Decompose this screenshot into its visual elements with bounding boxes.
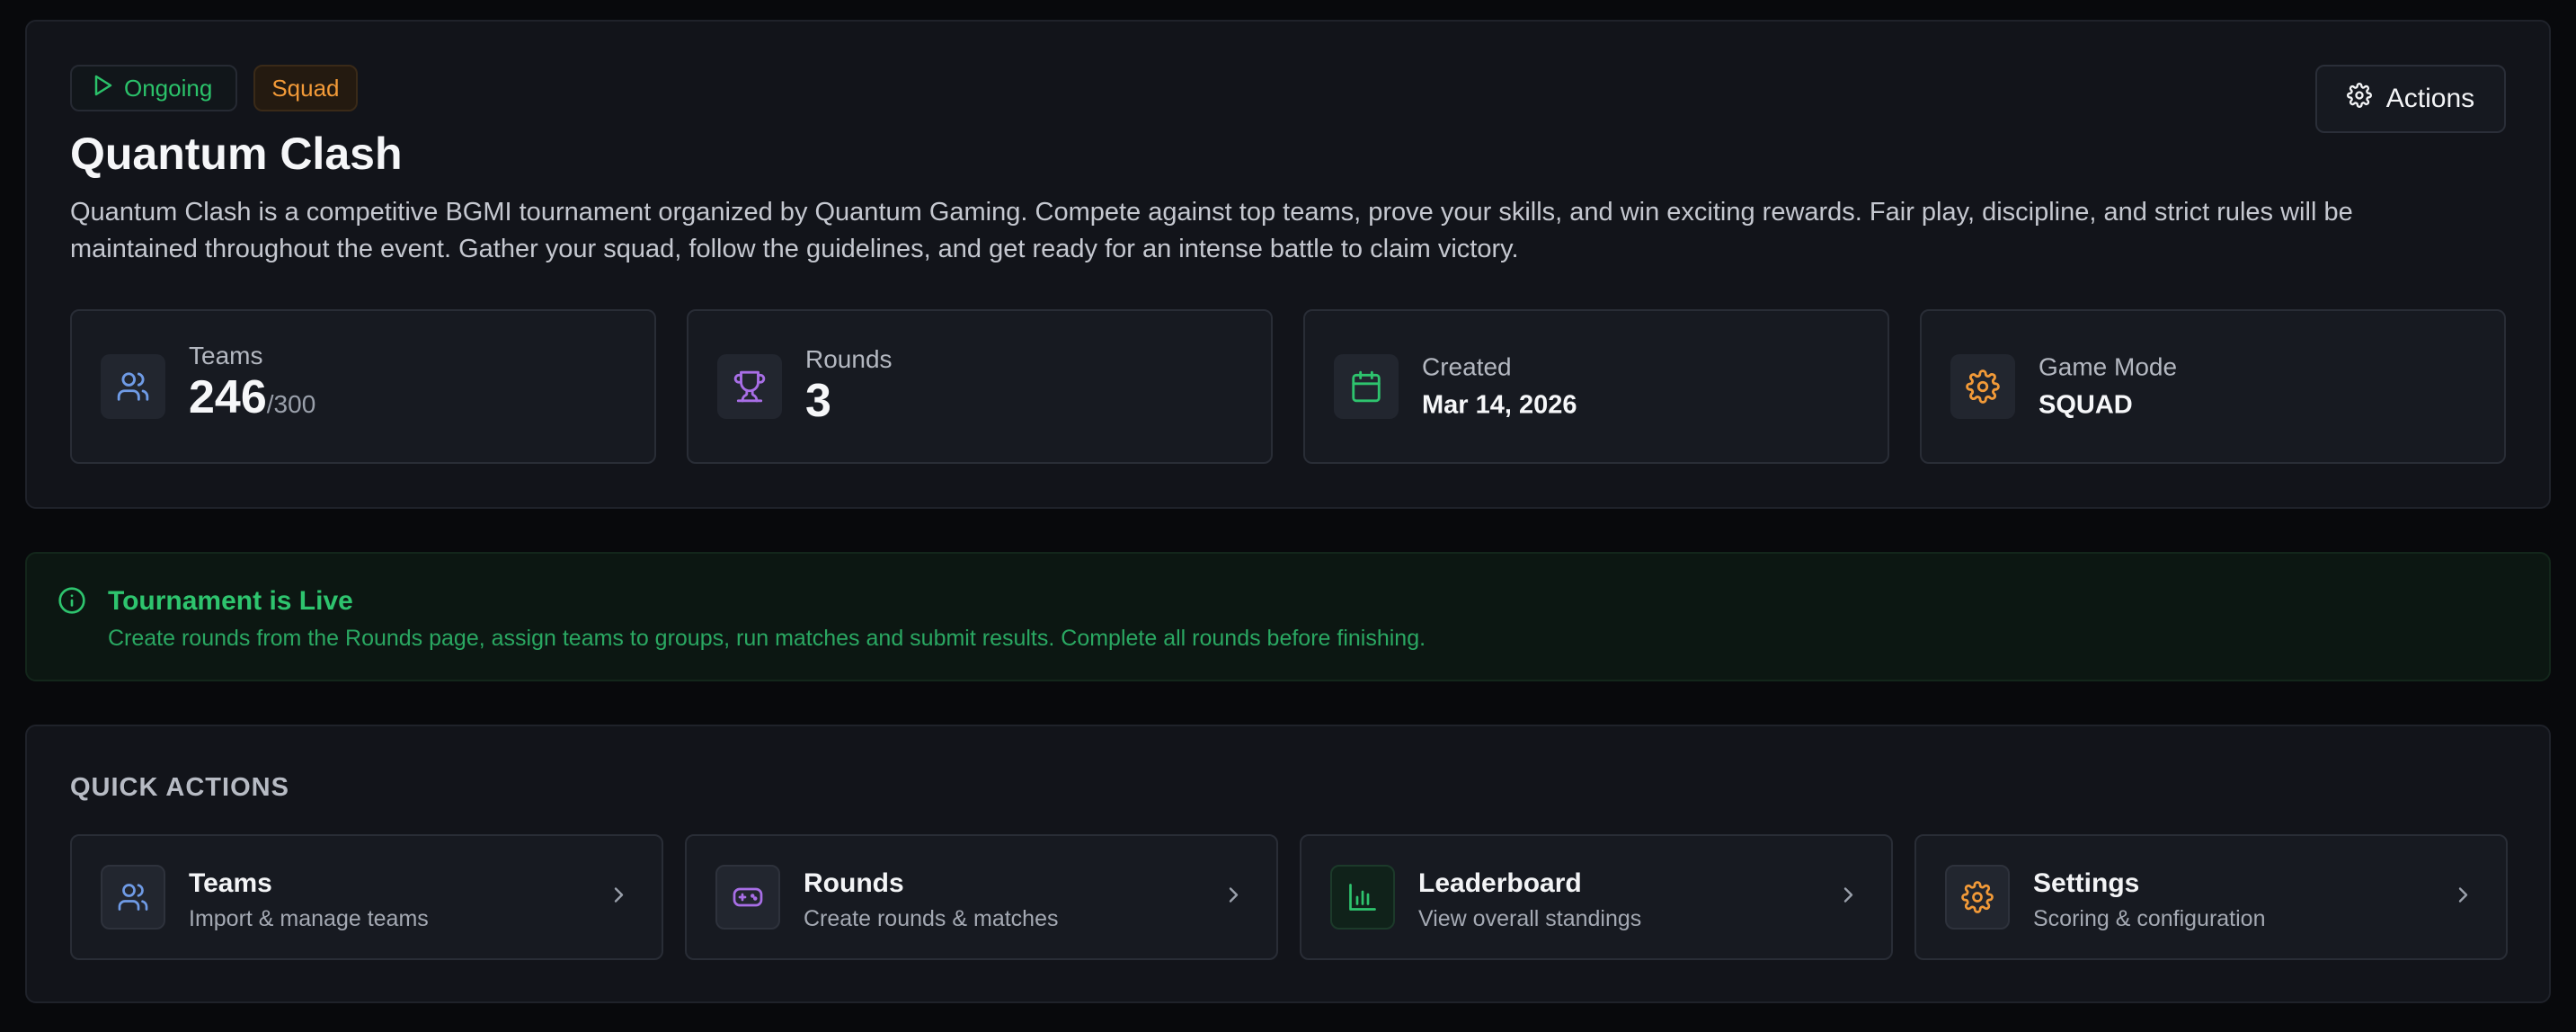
mode-badge: Squad <box>253 65 358 111</box>
teams-count: 246 <box>189 371 267 423</box>
quick-action-settings[interactable]: Settings Scoring & configuration <box>1914 834 2508 960</box>
status-badge-label: Ongoing <box>124 74 213 102</box>
info-icon <box>58 586 86 619</box>
status-badge: Ongoing <box>70 65 238 111</box>
stat-card-game-mode: Game Mode SQUAD <box>1920 309 2506 464</box>
gear-icon <box>1950 354 2015 419</box>
chevron-right-icon <box>609 885 627 911</box>
quick-action-teams[interactable]: Teams Import & manage teams <box>70 834 663 960</box>
quick-action-subtitle: View overall standings <box>1418 906 1642 931</box>
stats-row: Teams 246/300 Rounds 3 Created Mar 14, 2… <box>70 309 2506 464</box>
live-notice-panel: Tournament is Live Create rounds from th… <box>25 552 2551 681</box>
play-icon <box>93 75 113 102</box>
quick-action-rounds[interactable]: Rounds Create rounds & matches <box>685 834 1278 960</box>
stat-card-created: Created Mar 14, 2026 <box>1303 309 1889 464</box>
stat-label-created: Created <box>1422 352 1512 381</box>
stat-card-rounds: Rounds 3 <box>687 309 1273 464</box>
actions-button[interactable]: Actions <box>2315 65 2506 133</box>
teams-max: /300 <box>266 390 316 418</box>
users-icon <box>101 354 165 419</box>
trophy-icon <box>717 354 782 419</box>
stat-label-teams: Teams <box>189 342 263 369</box>
quick-action-label: Teams <box>189 868 272 898</box>
tournament-header-panel: Ongoing Squad Actions Quantum Clash Quan… <box>25 20 2551 509</box>
badge-row: Ongoing Squad <box>70 65 358 111</box>
users-icon <box>101 865 165 930</box>
stat-label-rounds: Rounds <box>805 345 893 373</box>
quick-actions-title: QUICK ACTIONS <box>70 773 289 802</box>
quick-action-subtitle: Import & manage teams <box>189 906 429 931</box>
gear-icon <box>1945 865 2010 930</box>
calendar-icon <box>1334 354 1399 419</box>
live-notice-title: Tournament is Live <box>108 586 353 616</box>
quick-actions-row: Teams Import & manage teams Rounds Creat… <box>70 834 2508 960</box>
gear-icon <box>2346 83 2372 115</box>
live-notice-description: Create rounds from the Rounds page, assi… <box>108 626 1426 651</box>
stat-value-game-mode: SQUAD <box>2039 390 2133 420</box>
quick-action-subtitle: Create rounds & matches <box>804 906 1059 931</box>
tournament-description: Quantum Clash is a competitive BGMI tour… <box>70 198 2353 263</box>
chevron-right-icon <box>1224 885 1242 911</box>
stat-value-rounds: 3 <box>805 375 831 427</box>
gamepad-icon <box>715 865 780 930</box>
stat-label-game-mode: Game Mode <box>2039 352 2178 381</box>
actions-button-label: Actions <box>2385 84 2475 113</box>
stat-card-teams: Teams 246/300 <box>70 309 656 464</box>
stat-value-created: Mar 14, 2026 <box>1422 390 1577 420</box>
chevron-right-icon <box>1839 885 1857 911</box>
quick-action-subtitle: Scoring & configuration <box>2033 906 2266 931</box>
mode-badge-label: Squad <box>271 74 340 102</box>
bar-chart-icon <box>1330 865 1395 930</box>
quick-actions-panel: QUICK ACTIONS Teams Import & manage team… <box>25 725 2551 1003</box>
quick-action-label: Settings <box>2033 868 2140 898</box>
page-title: Quantum Clash <box>70 129 403 179</box>
chevron-right-icon <box>2454 885 2472 911</box>
quick-action-label: Leaderboard <box>1418 868 1582 898</box>
quick-action-label: Rounds <box>804 868 904 898</box>
stat-value-teams: 246/300 <box>189 370 315 431</box>
quick-action-leaderboard[interactable]: Leaderboard View overall standings <box>1300 834 1893 960</box>
